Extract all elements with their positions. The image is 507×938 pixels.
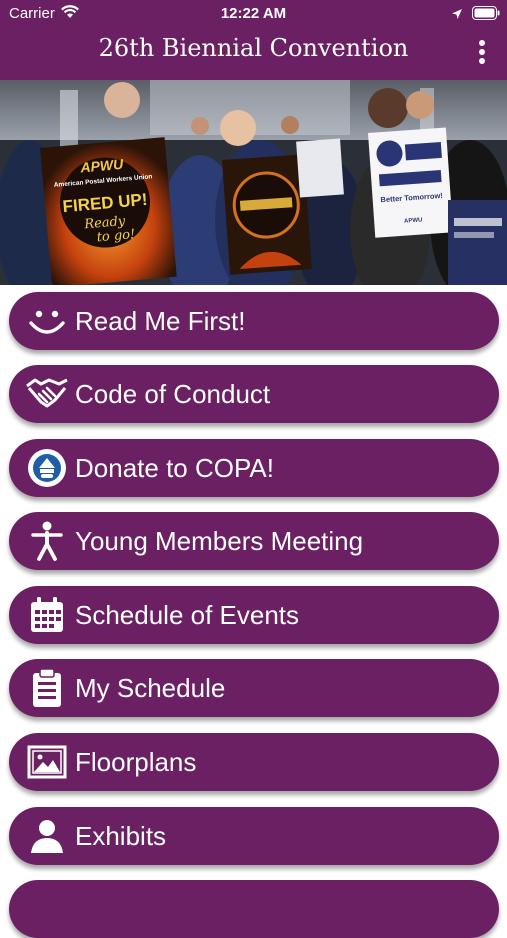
menu-label: Exhibits [75,820,167,851]
menu-label: Donate to COPA! [75,452,274,483]
more-options-icon[interactable] [474,40,490,68]
app-header: Carrier 12:22 AM 26th Biennial Conventio… [0,0,507,80]
user-icon [25,814,69,858]
menu-exhibits[interactable]: Exhibits [9,807,499,865]
menu-floorplans[interactable]: Floorplans [9,733,499,791]
clipboard-icon [25,666,69,710]
menu-label: My Schedule [75,672,226,703]
status-time: 12:22 AM [220,5,287,22]
menu-schedule-of-events[interactable]: Schedule of Events [9,586,499,644]
menu-young-members-meeting[interactable]: Young Members Meeting [9,512,499,570]
menu-my-schedule[interactable]: My Schedule [9,659,499,717]
menu-label: Floorplans [75,746,197,777]
menu-label: Young Members Meeting [75,525,364,556]
smiley-icon [25,299,69,343]
menu-label: Code of Conduct [75,378,271,409]
calendar-icon [25,593,69,637]
location-arrow-icon [451,7,463,25]
handshake-icon [25,372,69,416]
sign-right-brand: APWU [404,217,423,224]
menu-read-me-first[interactable]: Read Me First! [9,292,499,350]
menu-code-of-conduct[interactable]: Code of Conduct [9,365,499,423]
picture-icon [25,740,69,784]
page-title: 26th Biennial Convention [98,34,409,62]
hero-photo: APWU American Postal Workers Union FIRED… [0,80,507,285]
menu-item-partial[interactable] [9,880,499,938]
status-bar: Carrier 12:22 AM [0,0,507,28]
copa-seal-icon [25,446,69,490]
menu-label: Schedule of Events [75,599,300,630]
battery-icon [472,6,500,25]
menu-label: Read Me First! [75,305,246,336]
person-icon [25,519,69,563]
menu-donate-to-copa[interactable]: Donate to COPA! [9,439,499,497]
menu-icon-partial [25,887,69,931]
